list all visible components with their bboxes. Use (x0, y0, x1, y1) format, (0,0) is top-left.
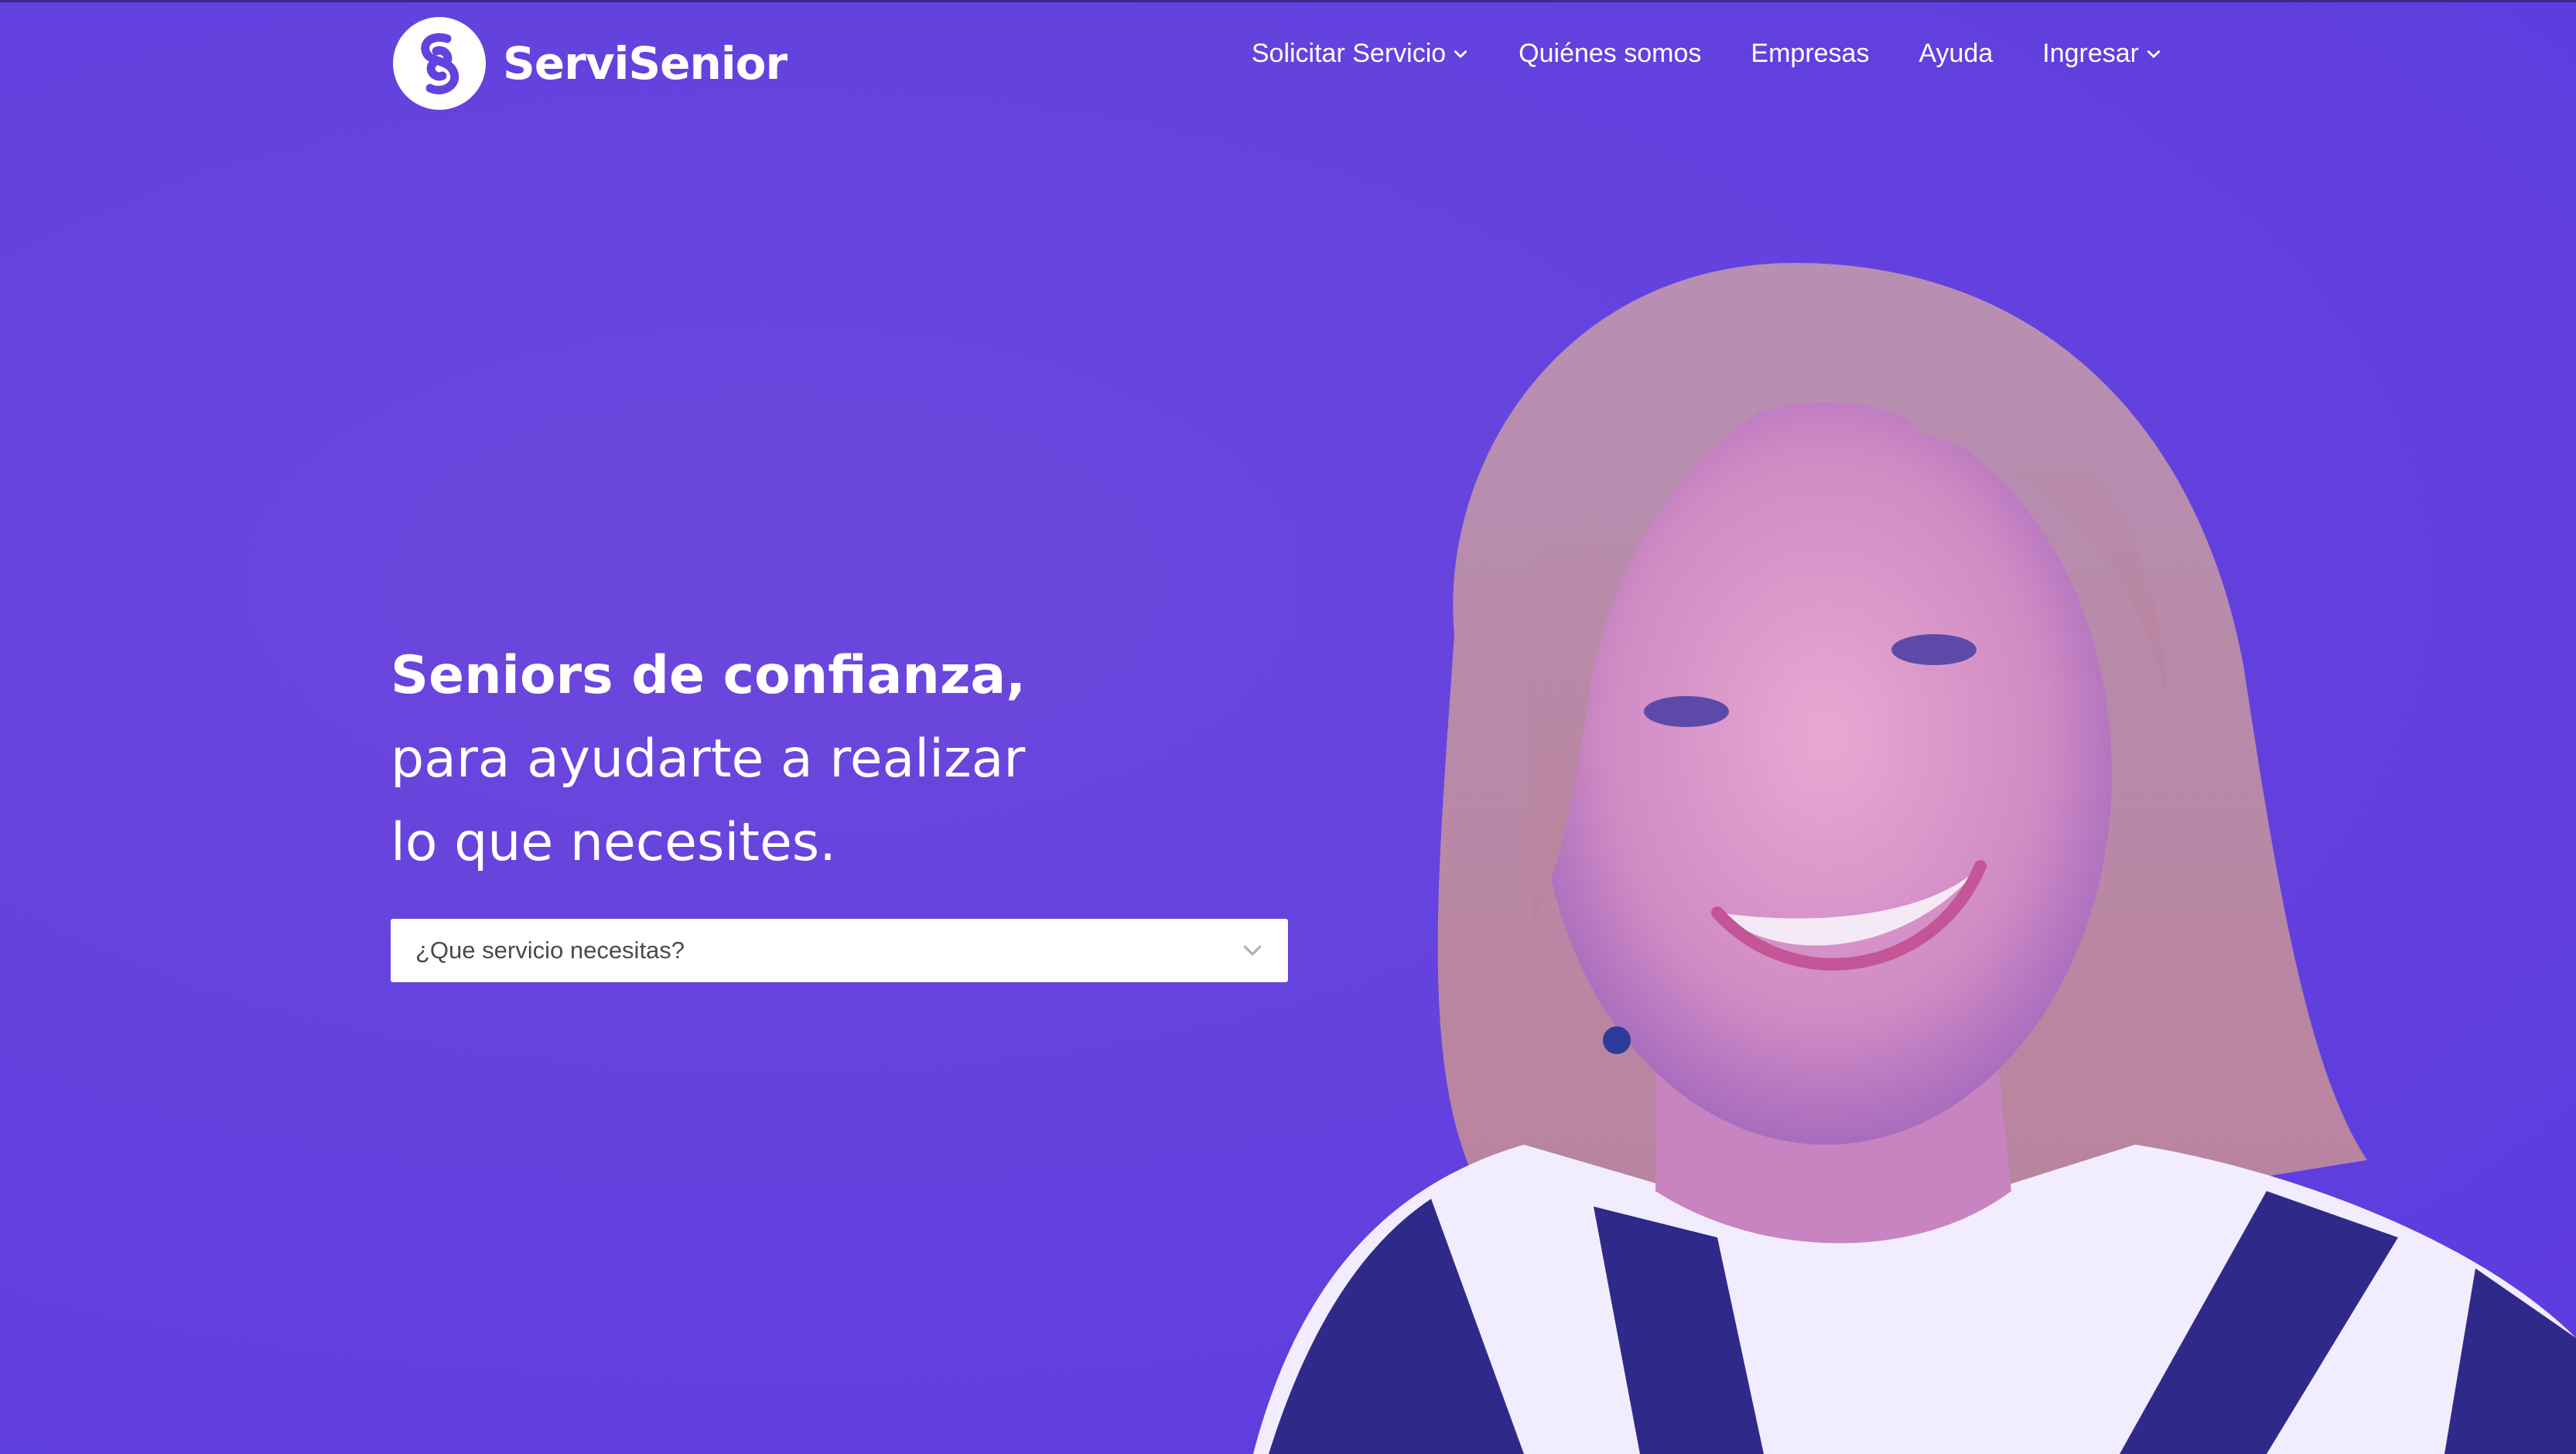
landing-page: ServiSenior Solicitar Servicio Quiénes s… (0, 0, 2576, 1454)
hero-line-2: para ayudarte a realizar (391, 729, 1026, 790)
hero-line-3: lo que necesites. (391, 812, 836, 873)
nav-item-label: Quiénes somos (1519, 39, 1702, 68)
nav-empresas[interactable]: Empresas (1751, 39, 1869, 69)
top-rule (0, 0, 2576, 2)
service-select[interactable]: ¿Que servicio necesitas? (391, 919, 1288, 982)
nav-item-label: Empresas (1751, 39, 1870, 68)
chevron-down-icon (2147, 49, 2161, 58)
hero-line-1: Seniors de confianza, (391, 645, 1027, 706)
service-select-placeholder: ¿Que servicio necesitas? (415, 937, 685, 964)
nav-ingresar[interactable]: Ingresar (2042, 39, 2162, 69)
nav-ayuda[interactable]: Ayuda (1918, 39, 1993, 69)
senior-woman-portrait (1253, 263, 2576, 1454)
chevron-down-icon (1243, 945, 1262, 956)
brand-logo[interactable]: ServiSenior (393, 17, 787, 110)
nav-item-label: Solicitar Servicio (1251, 39, 1447, 68)
hero-heading: Seniors de confianza, para ayudarte a re… (391, 634, 1242, 885)
nav-quienes-somos[interactable]: Quiénes somos (1519, 39, 1701, 69)
nav-item-label: Ayuda (1918, 39, 1993, 68)
brand-name: ServiSenior (503, 37, 787, 90)
nav-solicitar-servicio[interactable]: Solicitar Servicio (1252, 39, 1469, 69)
logo-s-icon (393, 17, 486, 110)
chevron-down-icon (1454, 49, 1467, 58)
nav-item-label: Ingresar (2042, 39, 2139, 68)
main-nav: Solicitar Servicio Quiénes somos Empresa… (1252, 39, 2162, 69)
